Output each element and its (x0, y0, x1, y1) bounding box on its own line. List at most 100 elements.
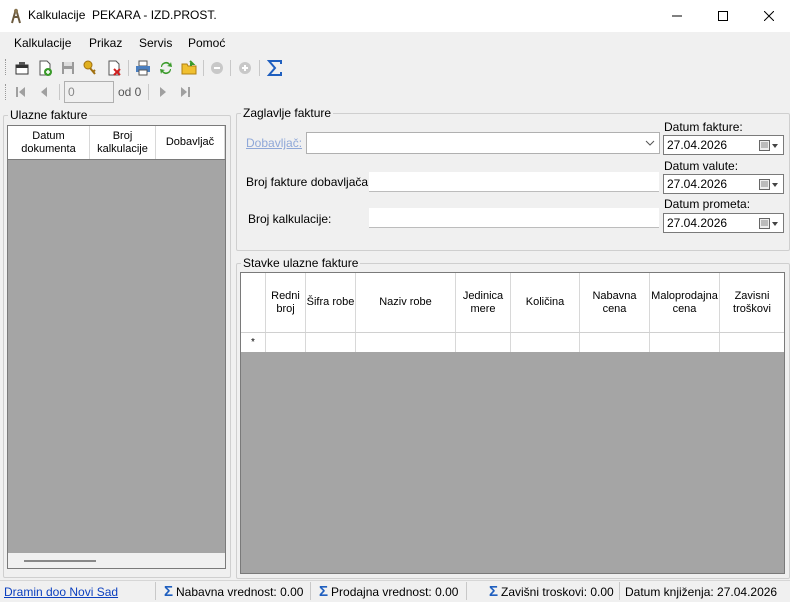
toolbar-separator (259, 60, 260, 76)
window-title: Kalkulacije PEKARA - IZD.PROST. (28, 8, 217, 22)
column-header-redni-broj[interactable]: Redni broj (266, 273, 306, 332)
menu-pomoc[interactable]: Pomoć (188, 36, 225, 50)
last-record-button[interactable] (177, 84, 193, 100)
new-window-icon (15, 62, 29, 75)
column-header-broj-kalkulacije[interactable]: Broj kalkulacije (90, 126, 156, 159)
supplier-combobox[interactable] (306, 132, 660, 154)
invoice-date-label: Datum fakture: (664, 120, 743, 134)
horizontal-scrollbar[interactable] (8, 553, 225, 568)
remove-item-button[interactable] (207, 58, 227, 78)
menu-kalkulacije[interactable]: Kalkulacije (14, 36, 71, 50)
record-count-label: od 0 (118, 85, 142, 99)
toolbar-separator (230, 60, 231, 76)
column-header-kolicina[interactable]: Količina (511, 273, 580, 332)
invoice-date-picker[interactable]: 27.04.2026 (663, 135, 784, 155)
toolbar-grip (5, 59, 8, 75)
save-button[interactable] (58, 58, 78, 78)
new-row-cell[interactable] (356, 333, 456, 352)
new-row-cell[interactable] (720, 333, 784, 352)
calendar-dropdown-icon (759, 218, 778, 229)
status-separator (466, 582, 467, 600)
close-button[interactable] (746, 0, 790, 32)
add-document-button[interactable] (35, 58, 55, 78)
key-button[interactable] (80, 58, 100, 78)
previous-record-button[interactable] (37, 84, 53, 100)
purchase-value-text: Nabavna vrednost: 0.00 (176, 585, 304, 599)
first-record-button[interactable] (13, 84, 29, 100)
sigma-icon: Σ (164, 583, 174, 600)
maximize-icon (718, 11, 728, 21)
items-grid-header: Redni broj Šifra robe Naziv robe Jedinic… (241, 273, 784, 333)
sum-button[interactable] (265, 58, 285, 78)
column-header-jedinica-mere[interactable]: Jedinica mere (456, 273, 511, 332)
chevron-down-icon (645, 140, 655, 146)
record-position-input[interactable] (64, 81, 114, 103)
previous-icon (41, 87, 47, 97)
invoice-items-title: Stavke ulazne fakture (243, 256, 359, 270)
menu-servis[interactable]: Servis (139, 36, 172, 50)
new-item-row[interactable]: * (241, 333, 784, 352)
next-record-button[interactable] (154, 84, 170, 100)
scrollbar-thumb[interactable] (24, 560, 96, 562)
company-link[interactable]: Dramin doo Novi Sad (4, 585, 118, 599)
calendar-dropdown-icon (759, 179, 778, 190)
navigator-grip (5, 84, 8, 100)
menu-prikaz[interactable]: Prikaz (89, 36, 122, 50)
sigma-icon: Σ (319, 583, 329, 600)
last-icon (181, 87, 190, 97)
add-circle-icon (239, 62, 251, 74)
refresh-icon (160, 62, 172, 74)
maximize-button[interactable] (700, 0, 746, 32)
refresh-button[interactable] (156, 58, 176, 78)
column-header-zavisni-troskovi[interactable]: Zavisni troškovi (720, 273, 784, 332)
column-header-dobavljac[interactable]: Dobavljač (156, 126, 225, 159)
print-button[interactable] (133, 58, 153, 78)
value-date-label: Datum valute: (664, 159, 739, 173)
toolbar-separator (59, 84, 60, 100)
new-row-marker: * (241, 333, 266, 352)
new-row-cell[interactable] (650, 333, 720, 352)
delete-document-icon (108, 60, 121, 76)
remove-circle-icon (211, 62, 223, 74)
sales-value-text: Prodajna vrednost: 0.00 (331, 585, 459, 599)
invoice-items-grid[interactable]: Redni broj Šifra robe Naziv robe Jedinic… (240, 272, 785, 574)
invoices-grid-header: Datum dokumenta Broj kalkulacije Dobavlj… (8, 126, 225, 160)
new-row-cell[interactable] (580, 333, 650, 352)
next-icon (160, 87, 166, 97)
column-header-maloprodajna-cena[interactable]: Maloprodajna cena (650, 273, 720, 332)
new-window-button[interactable] (12, 58, 32, 78)
invoice-number-input[interactable] (369, 172, 659, 192)
toolbar-separator (128, 60, 129, 76)
sales-value-status: Σ Prodajna vrednost: 0.00 (319, 583, 459, 600)
supplier-link-label[interactable]: Dobavljač: (246, 136, 302, 150)
add-item-button[interactable] (235, 58, 255, 78)
new-row-cell[interactable] (306, 333, 356, 352)
invoices-grid[interactable]: Datum dokumenta Broj kalkulacije Dobavlj… (7, 125, 226, 569)
delete-document-button[interactable] (104, 58, 124, 78)
toolbar-separator (148, 84, 149, 100)
column-header-datum-dokumenta[interactable]: Datum dokumenta (8, 126, 90, 159)
column-header-naziv-robe[interactable]: Naziv robe (356, 273, 456, 332)
minimize-icon (672, 15, 682, 17)
calculation-number-input[interactable] (369, 208, 659, 228)
value-date-picker[interactable]: 27.04.2026 (663, 174, 784, 194)
column-header-sifra-robe[interactable]: Šifra robe (306, 273, 356, 332)
dependent-costs-status: Σ Zavišni troskovi: 0.00 (489, 584, 614, 599)
new-row-cell[interactable] (266, 333, 306, 352)
sigma-icon (266, 60, 282, 76)
turnover-date-picker[interactable]: 27.04.2026 (663, 213, 784, 233)
first-icon (16, 87, 25, 97)
key-icon (83, 60, 96, 75)
toolbar-separator (203, 60, 204, 76)
invoices-panel-title: Ulazne fakture (10, 108, 88, 122)
status-separator (619, 582, 620, 600)
new-row-cell[interactable] (511, 333, 580, 352)
column-header-nabavna-cena[interactable]: Nabavna cena (580, 273, 650, 332)
open-folder-button[interactable] (179, 58, 199, 78)
turnover-date-value: 27.04.2026 (667, 216, 728, 230)
minimize-button[interactable] (654, 0, 700, 32)
posting-date-status: Datum knjiženja: 27.04.2026 (625, 585, 778, 599)
invoice-number-label: Broj fakture dobavljača: (246, 175, 372, 189)
new-row-cell[interactable] (456, 333, 511, 352)
dependent-costs-text: Zavišni troskovi: 0.00 (501, 585, 614, 599)
